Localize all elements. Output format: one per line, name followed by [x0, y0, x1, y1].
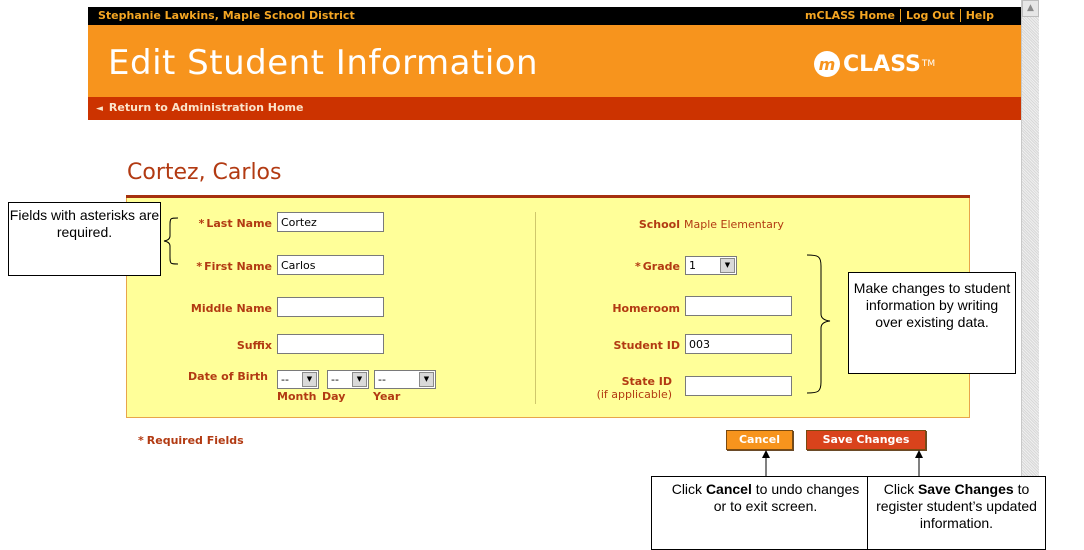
- grade-value: 1: [689, 259, 696, 272]
- required-fields-note: * Required Fields: [138, 434, 244, 447]
- dob-year-caption: Year: [373, 390, 401, 403]
- dob-year-value: --: [378, 373, 386, 386]
- required-asterisk: *: [198, 217, 205, 230]
- callout-required-fields: Fields with asterisks are required.: [8, 202, 161, 276]
- chevron-down-icon[interactable]: ▼: [419, 372, 434, 387]
- grade-label: * Grade: [570, 260, 680, 273]
- help-link[interactable]: Help: [959, 9, 999, 22]
- column-divider: [535, 212, 536, 404]
- return-bar: ◄ Return to Administration Home: [88, 97, 1021, 120]
- required-asterisk: *: [635, 260, 641, 273]
- arrow-left-icon: ◄: [96, 104, 103, 114]
- required-fields-text: Required Fields: [146, 434, 244, 447]
- suffix-label: Suffix: [236, 339, 272, 352]
- return-link[interactable]: ◄ Return to Administration Home: [96, 101, 303, 114]
- dob-label: Date of Birth: [188, 370, 268, 383]
- callout-cancel-bold: Cancel: [705, 481, 752, 497]
- callout-cancel-text: Click: [671, 481, 706, 497]
- last-name-label-text: Last Name: [206, 217, 272, 230]
- state-id-sublabel: (if applicable): [596, 388, 672, 401]
- page-title: Edit Student Information: [108, 43, 539, 83]
- mclass-logo: m CLASS TM: [814, 51, 935, 77]
- dob-month-select[interactable]: -- ▼: [277, 370, 319, 389]
- user-district: Stephanie Lawkins, Maple School District: [98, 9, 355, 22]
- homeroom-input[interactable]: [685, 296, 792, 316]
- dob-month-value: --: [281, 373, 289, 386]
- callout-save-bold: Save Changes: [917, 481, 1014, 497]
- required-asterisk: *: [138, 434, 144, 447]
- top-links: mCLASS Home Log Out Help: [800, 9, 999, 22]
- first-name-label-text: First Name: [204, 260, 272, 273]
- dob-day-caption: Day: [322, 390, 346, 403]
- chevron-down-icon[interactable]: ▼: [302, 372, 317, 387]
- required-asterisk: *: [196, 260, 203, 273]
- student-id-label: Student ID: [613, 339, 681, 352]
- top-bar: Stephanie Lawkins, Maple School District…: [88, 7, 1021, 25]
- logo-text: CLASS: [843, 51, 921, 77]
- save-changes-button[interactable]: Save Changes: [806, 430, 926, 450]
- callout-cancel: Click Cancel to undo changes or to exit …: [651, 476, 880, 550]
- chevron-down-icon[interactable]: ▼: [720, 258, 735, 273]
- middle-name-label: Middle Name: [190, 302, 272, 315]
- callout-save: Click Save Changes to register student’s…: [867, 476, 1046, 550]
- scroll-up-arrow-icon[interactable]: ▲: [1022, 0, 1039, 17]
- middle-name-input[interactable]: [277, 297, 384, 317]
- grade-label-text: Grade: [642, 260, 680, 273]
- last-name-label: * Last Name: [180, 217, 272, 230]
- cancel-button[interactable]: Cancel: [726, 430, 793, 450]
- school-label: School: [638, 218, 680, 231]
- first-name-label: * First Name: [172, 260, 272, 273]
- homeroom-label: Homeroom: [612, 302, 680, 315]
- log-out-link[interactable]: Log Out: [899, 9, 960, 22]
- last-name-input[interactable]: Cortez: [277, 212, 384, 232]
- dob-month-caption: Month: [277, 390, 317, 403]
- state-id-label-text: State ID: [621, 375, 672, 388]
- chevron-down-icon[interactable]: ▼: [352, 372, 367, 387]
- return-link-label: Return to Administration Home: [108, 101, 304, 114]
- first-name-input[interactable]: Carlos: [277, 255, 384, 275]
- dob-day-value: --: [331, 373, 339, 386]
- logo-mark: m: [814, 51, 840, 77]
- student-name-heading: Cortez, Carlos: [127, 160, 282, 185]
- suffix-input[interactable]: [277, 334, 384, 354]
- school-value: Maple Elementary: [684, 218, 784, 231]
- callout-make-changes: Make changes to student information by w…: [848, 272, 1016, 374]
- header-banner: Edit Student Information m CLASS TM: [88, 25, 1021, 97]
- student-id-input[interactable]: 003: [685, 334, 792, 354]
- mclass-home-link[interactable]: mCLASS Home: [800, 9, 900, 22]
- state-id-label: State ID (if applicable): [560, 375, 672, 401]
- state-id-input[interactable]: [685, 376, 792, 396]
- dob-day-select[interactable]: -- ▼: [327, 370, 369, 389]
- logo-trademark: TM: [921, 59, 936, 69]
- grade-select[interactable]: 1 ▼: [685, 256, 737, 275]
- vertical-scrollbar[interactable]: ▲: [1021, 0, 1039, 550]
- dob-year-select[interactable]: -- ▼: [374, 370, 436, 389]
- callout-save-text: Click: [883, 481, 918, 497]
